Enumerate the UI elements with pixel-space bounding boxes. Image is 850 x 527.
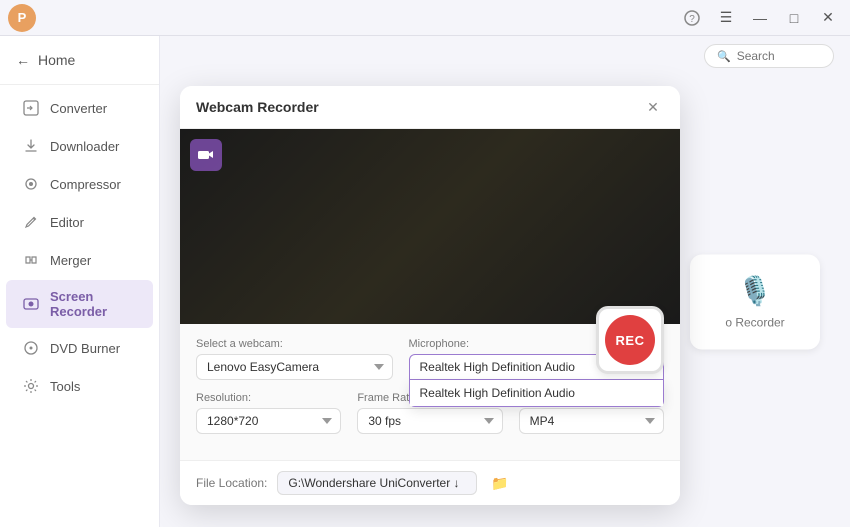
resolution-label: Resolution:	[196, 392, 341, 404]
title-bar: P ? ☰ — □ ✕	[0, 0, 850, 36]
sidebar-item-dvd-burner[interactable]: DVD Burner	[6, 330, 153, 366]
support-button[interactable]: ?	[678, 4, 706, 32]
svg-text:?: ?	[689, 14, 695, 25]
sidebar-item-converter[interactable]: Converter	[6, 90, 153, 126]
mic-option-1[interactable]: Realtek High Definition Audio	[410, 380, 663, 406]
file-location-bar: File Location: G:\Wondershare UniConvert…	[180, 460, 680, 505]
modal-title: Webcam Recorder	[196, 99, 319, 115]
sidebar-item-editor[interactable]: Editor	[6, 204, 153, 240]
search-icon: 🔍	[717, 50, 731, 63]
webcam-recorder-modal: Webcam Recorder ✕	[180, 86, 680, 505]
screen-recorder-icon	[22, 295, 40, 313]
controls-row-1: Select a webcam: Lenovo EasyCamera Micro…	[196, 338, 664, 380]
close-button[interactable]: ✕	[814, 4, 842, 32]
sidebar-divider	[0, 84, 159, 85]
microphone-dropdown-list: Realtek High Definition Audio	[409, 380, 664, 407]
rec-inner: REC	[605, 315, 655, 365]
sidebar-item-downloader[interactable]: Downloader	[6, 128, 153, 164]
modal-close-button[interactable]: ✕	[642, 96, 664, 118]
back-icon: ←	[16, 52, 30, 68]
search-box[interactable]: 🔍	[704, 44, 834, 68]
minimize-button[interactable]: —	[746, 4, 774, 32]
framerate-select[interactable]: 30 fps 60 fps 15 fps	[357, 408, 502, 434]
merger-icon	[22, 251, 40, 269]
top-bar: 🔍	[160, 36, 850, 76]
sidebar-item-merger[interactable]: Merger	[6, 242, 153, 278]
modal-overlay: Webcam Recorder ✕	[160, 76, 850, 527]
downloader-icon	[22, 137, 40, 155]
converter-icon	[22, 99, 40, 117]
folder-icon[interactable]: 📁	[491, 475, 508, 492]
resolution-select[interactable]: 1280*720 1920*1080 640*480	[196, 408, 341, 434]
file-location-path[interactable]: G:\Wondershare UniConverter ↓	[277, 471, 477, 495]
maximize-button[interactable]: □	[780, 4, 808, 32]
resolution-select-group: Resolution: 1280*720 1920*1080 640*480	[196, 392, 341, 434]
rec-button[interactable]: REC	[596, 306, 664, 374]
sidebar-item-tools[interactable]: Tools	[6, 368, 153, 404]
tools-icon	[22, 377, 40, 395]
webcam-icon	[190, 139, 222, 171]
file-location-label: File Location:	[196, 476, 267, 490]
editor-icon	[22, 213, 40, 231]
sidebar-home[interactable]: ← Home	[0, 44, 159, 80]
webcam-select-group: Select a webcam: Lenovo EasyCamera	[196, 338, 393, 380]
sidebar: ← Home Converter Downloader Compressor	[0, 36, 160, 527]
webcam-select[interactable]: Lenovo EasyCamera	[196, 354, 393, 380]
format-select[interactable]: MP4 AVI MOV	[519, 408, 664, 434]
sidebar-item-compressor[interactable]: Compressor	[6, 166, 153, 202]
menu-button[interactable]: ☰	[712, 4, 740, 32]
content-area: 🔍 🎙️ o Recorder Webcam Recorder ✕	[160, 36, 850, 527]
camera-preview	[180, 129, 680, 324]
modal-header: Webcam Recorder ✕	[180, 86, 680, 129]
compressor-icon	[22, 175, 40, 193]
webcam-label: Select a webcam:	[196, 338, 393, 350]
user-avatar: P	[8, 4, 36, 32]
sidebar-item-screen-recorder[interactable]: Screen Recorder	[6, 280, 153, 328]
dvd-burner-icon	[22, 339, 40, 357]
main-layout: ← Home Converter Downloader Compressor	[0, 36, 850, 527]
recorder-area: 🎙️ o Recorder Webcam Recorder ✕	[160, 76, 850, 527]
search-input[interactable]	[737, 49, 827, 63]
